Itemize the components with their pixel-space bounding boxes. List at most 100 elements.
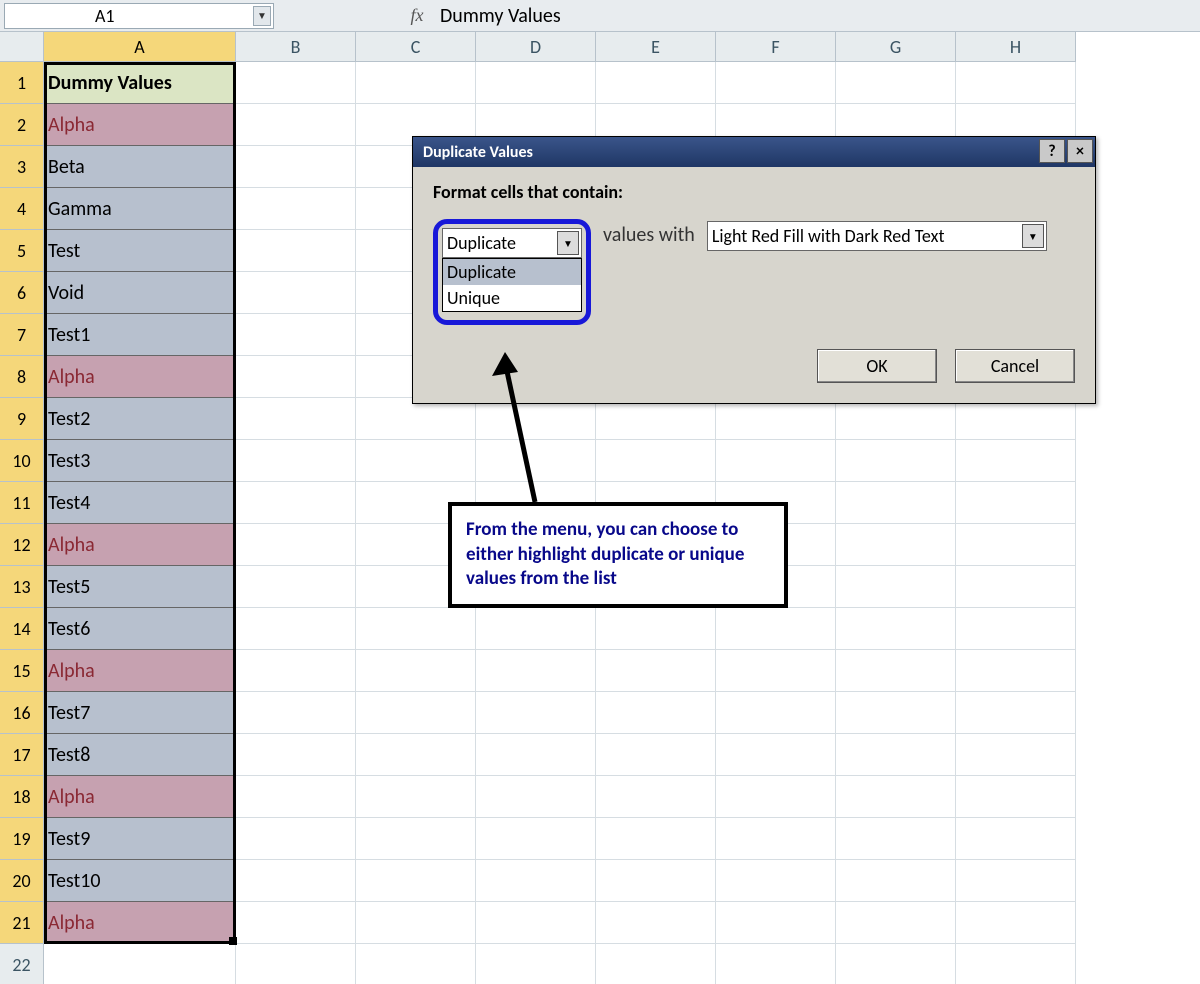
cell[interactable] — [836, 440, 956, 482]
dialog-help-button[interactable]: ? — [1039, 139, 1065, 163]
cell[interactable]: Alpha — [44, 104, 236, 146]
cell[interactable] — [956, 692, 1076, 734]
cell[interactable] — [356, 692, 476, 734]
row-header[interactable]: 16 — [0, 692, 44, 734]
cell[interactable] — [596, 776, 716, 818]
format-combo[interactable]: Light Red Fill with Dark Red Text ▼ — [707, 221, 1047, 251]
cell[interactable] — [956, 524, 1076, 566]
cell[interactable] — [236, 566, 356, 608]
cell[interactable] — [476, 776, 596, 818]
row-header[interactable]: 8 — [0, 356, 44, 398]
column-header[interactable]: G — [836, 32, 956, 62]
cell[interactable] — [476, 608, 596, 650]
cell[interactable]: Test8 — [44, 734, 236, 776]
cell[interactable] — [836, 944, 956, 984]
cell[interactable]: Test7 — [44, 692, 236, 734]
type-option-duplicate[interactable]: Duplicate — [443, 259, 581, 285]
cell[interactable] — [836, 776, 956, 818]
cell[interactable]: Alpha — [44, 524, 236, 566]
cell[interactable] — [716, 860, 836, 902]
cell[interactable]: Test3 — [44, 440, 236, 482]
cell[interactable] — [596, 902, 716, 944]
cell[interactable] — [956, 944, 1076, 984]
cell[interactable] — [476, 398, 596, 440]
column-header[interactable]: F — [716, 32, 836, 62]
cell[interactable] — [356, 860, 476, 902]
cell[interactable] — [716, 692, 836, 734]
cell[interactable] — [236, 860, 356, 902]
row-header[interactable]: 19 — [0, 818, 44, 860]
cell[interactable] — [236, 524, 356, 566]
cell[interactable]: Alpha — [44, 356, 236, 398]
dialog-titlebar[interactable]: Duplicate Values ? × — [413, 137, 1095, 167]
cell[interactable] — [236, 944, 356, 984]
cell[interactable]: Test10 — [44, 860, 236, 902]
cell[interactable] — [836, 818, 956, 860]
cell[interactable] — [356, 398, 476, 440]
cell[interactable] — [476, 860, 596, 902]
cell[interactable]: Test4 — [44, 482, 236, 524]
row-header[interactable]: 1 — [0, 62, 44, 104]
cell[interactable] — [596, 944, 716, 984]
name-box-dropdown-icon[interactable]: ▼ — [253, 6, 271, 26]
cell[interactable] — [236, 818, 356, 860]
row-header[interactable]: 3 — [0, 146, 44, 188]
cell[interactable] — [236, 440, 356, 482]
select-all-corner[interactable] — [0, 32, 44, 62]
cell[interactable] — [44, 944, 236, 984]
cell[interactable] — [476, 734, 596, 776]
cell[interactable] — [356, 440, 476, 482]
row-header[interactable]: 22 — [0, 944, 44, 984]
cell[interactable] — [956, 608, 1076, 650]
name-box[interactable]: A1 ▼ — [4, 3, 274, 29]
row-header[interactable]: 2 — [0, 104, 44, 146]
row-header[interactable]: 4 — [0, 188, 44, 230]
cell[interactable]: Dummy Values — [44, 62, 236, 104]
cell[interactable] — [596, 608, 716, 650]
cell[interactable] — [716, 734, 836, 776]
cell[interactable] — [716, 608, 836, 650]
cell[interactable]: Test1 — [44, 314, 236, 356]
cell[interactable] — [476, 944, 596, 984]
cell[interactable] — [236, 482, 356, 524]
cell[interactable] — [956, 62, 1076, 104]
cell[interactable] — [596, 650, 716, 692]
cell[interactable] — [836, 608, 956, 650]
column-header[interactable]: B — [236, 32, 356, 62]
cell[interactable] — [956, 860, 1076, 902]
cell[interactable] — [836, 398, 956, 440]
cell[interactable] — [356, 608, 476, 650]
cell[interactable] — [956, 776, 1076, 818]
row-header[interactable]: 11 — [0, 482, 44, 524]
cell[interactable] — [356, 818, 476, 860]
cell[interactable] — [596, 860, 716, 902]
cell[interactable] — [236, 776, 356, 818]
cell[interactable]: Test — [44, 230, 236, 272]
cell[interactable] — [236, 272, 356, 314]
cell[interactable] — [596, 692, 716, 734]
cell[interactable] — [596, 818, 716, 860]
row-header[interactable]: 15 — [0, 650, 44, 692]
cell[interactable]: Alpha — [44, 776, 236, 818]
cell[interactable] — [956, 398, 1076, 440]
cell[interactable] — [956, 650, 1076, 692]
cell[interactable] — [356, 734, 476, 776]
row-header[interactable]: 6 — [0, 272, 44, 314]
cell[interactable] — [716, 398, 836, 440]
cell[interactable] — [836, 902, 956, 944]
cell[interactable] — [716, 818, 836, 860]
cell[interactable]: Test2 — [44, 398, 236, 440]
cell[interactable] — [476, 902, 596, 944]
cell[interactable] — [476, 62, 596, 104]
cell[interactable] — [716, 62, 836, 104]
cell[interactable] — [236, 356, 356, 398]
row-header[interactable]: 21 — [0, 902, 44, 944]
dialog-close-button[interactable]: × — [1067, 139, 1093, 163]
cell[interactable] — [236, 650, 356, 692]
cell[interactable] — [956, 818, 1076, 860]
cell[interactable] — [236, 314, 356, 356]
cell[interactable] — [596, 398, 716, 440]
cell[interactable]: Void — [44, 272, 236, 314]
cancel-button[interactable]: Cancel — [955, 349, 1075, 383]
cell[interactable] — [956, 734, 1076, 776]
